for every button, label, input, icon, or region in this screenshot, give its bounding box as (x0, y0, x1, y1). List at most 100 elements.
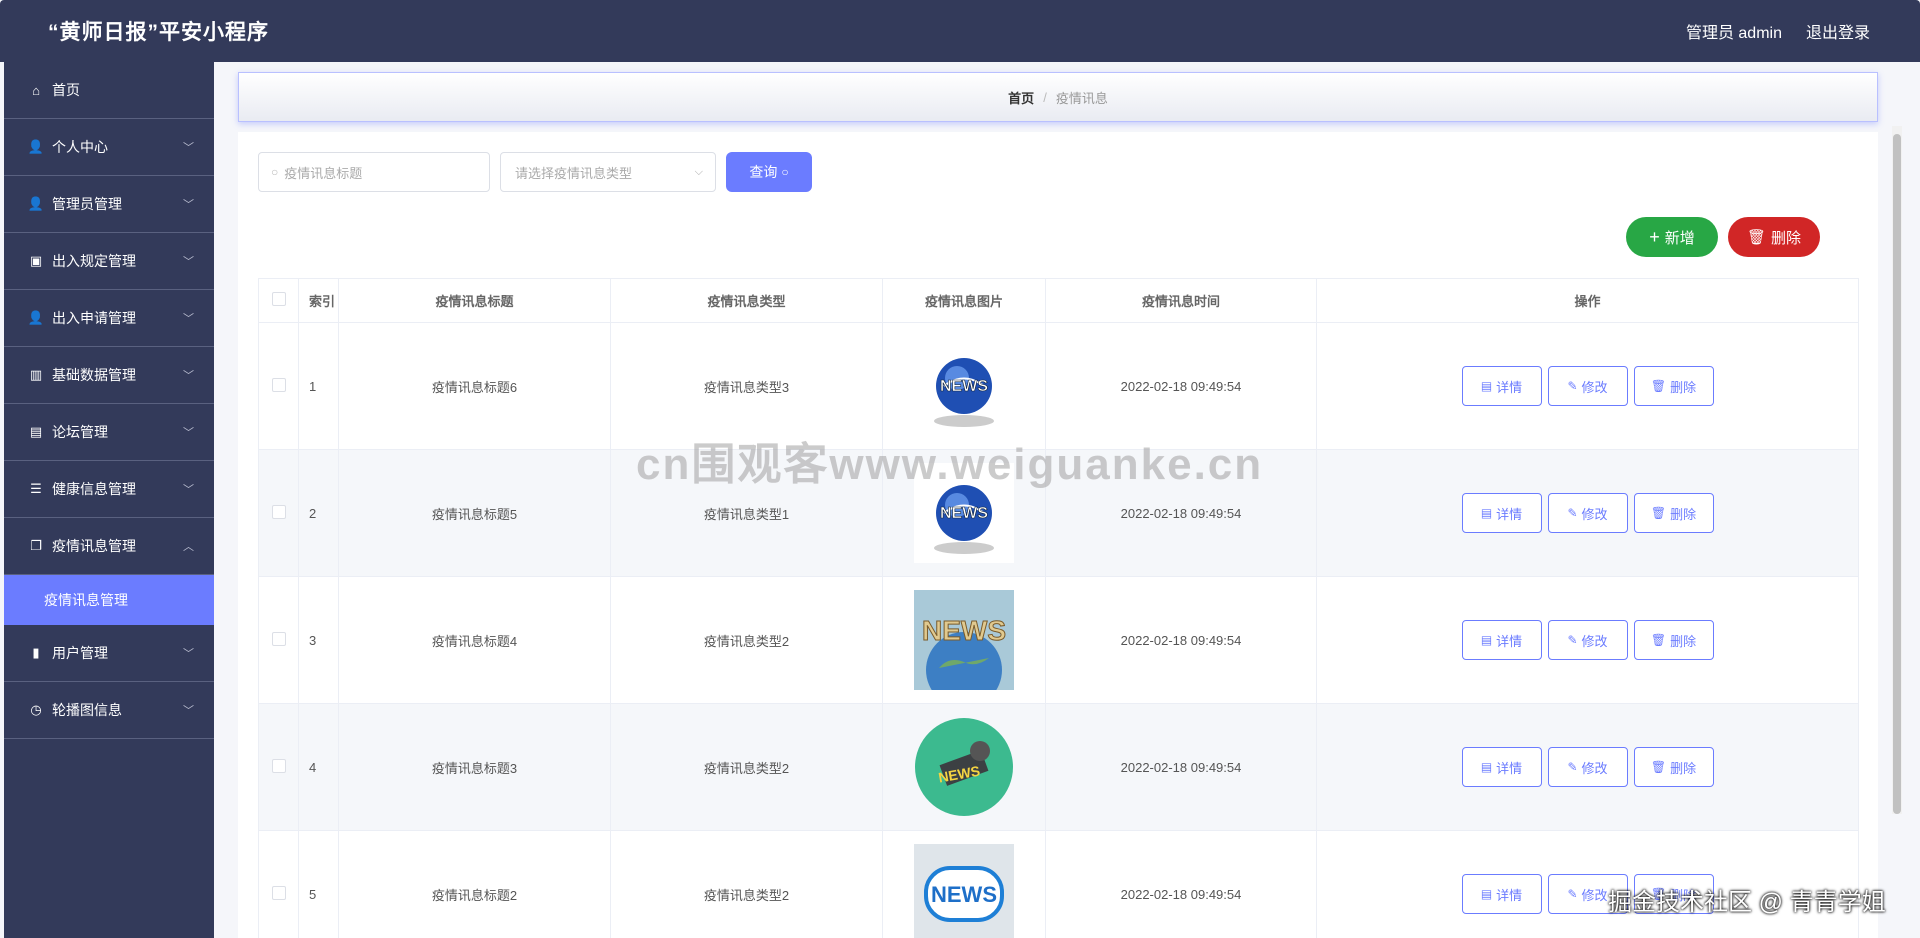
user-icon: 👤 (27, 196, 45, 211)
sidebar-item-label: 用户管理 (52, 645, 108, 661)
detail-button[interactable]: ▤ 详情 (1461, 620, 1542, 660)
pencil-icon: ✎ (1567, 760, 1578, 774)
edit-label: 修改 (1581, 760, 1608, 776)
edit-button[interactable]: ✎ 修改 (1547, 493, 1628, 533)
sidebar-item-2[interactable]: 👤 管理员管理 ﹀ (4, 176, 214, 233)
table-row: 1 疫情讯息标题6 疫情讯息类型3 NEWS 2022-02-18 09:49:54 ▤ 详… (258, 322, 1859, 450)
type-select-placeholder: 请选择疫情讯息类型 (515, 165, 633, 181)
type-select[interactable]: 请选择疫情讯息类型 ⌵ (500, 152, 716, 192)
row-actions: ▤ 详情 ✎ 修改 🗑 删除 (1316, 703, 1859, 831)
add-button-label: 新增 (1664, 229, 1695, 247)
chevron-down-icon: ﹀ (183, 313, 194, 325)
scrollbar-thumb[interactable] (1893, 134, 1901, 814)
chevron-down-icon: ﹀ (183, 256, 194, 268)
globe-news-icon: NEWS (914, 463, 1014, 563)
breadcrumb-home[interactable]: 首页 (1008, 88, 1034, 107)
user-icon: 👤 (27, 310, 45, 325)
edit-button[interactable]: ✎ 修改 (1547, 874, 1628, 914)
sidebar-item-label: 出入申请管理 (52, 310, 136, 326)
chevron-down-icon: ﹀ (183, 705, 194, 717)
chevron-down-icon: ﹀ (183, 370, 194, 382)
admin-user-label[interactable]: 管理员 admin (1686, 19, 1782, 43)
delete-button[interactable]: 🗑 删除 (1633, 493, 1714, 533)
row-select-cell[interactable] (258, 449, 299, 577)
row-title: 疫情讯息标题3 (338, 703, 611, 831)
sidebar-item-10[interactable]: ◷ 轮播图信息 ﹀ (4, 682, 214, 739)
row-checkbox[interactable] (271, 758, 286, 773)
row-select-cell[interactable] (258, 830, 299, 938)
query-button[interactable]: 查询 ○ (726, 152, 812, 192)
delete-label: 删除 (1670, 633, 1697, 649)
detail-label: 详情 (1496, 379, 1523, 395)
edit-button[interactable]: ✎ 修改 (1547, 366, 1628, 406)
submenu-item-active[interactable]: 疫情讯息管理 (4, 575, 214, 625)
search-icon: ○ (781, 165, 789, 179)
row-actions: ▤ 详情 ✎ 修改 🗑 删除 (1316, 449, 1859, 577)
world-news-icon: NEWS (914, 590, 1014, 708)
row-checkbox[interactable] (271, 631, 286, 646)
select-all-cell[interactable] (258, 278, 299, 323)
trash-icon: 🗑 (1650, 633, 1667, 647)
add-button[interactable]: + 新增 (1626, 217, 1718, 257)
sidebar-item-8[interactable]: ❐ 疫情讯息管理 ︿ (4, 518, 214, 575)
delete-button[interactable]: 🗑 删除 (1633, 747, 1714, 787)
column-header-title: 疫情讯息标题 (338, 278, 611, 323)
detail-button[interactable]: ▤ 详情 (1461, 493, 1542, 533)
sidebar-item-4[interactable]: 👤 出入申请管理 ﹀ (4, 290, 214, 347)
briefcase-icon: ▣ (29, 253, 43, 268)
row-type: 疫情讯息类型1 (610, 449, 883, 577)
pencil-icon: ✎ (1567, 379, 1578, 393)
row-checkbox[interactable] (271, 377, 286, 392)
sidebar-item-9[interactable]: ▮ 用户管理 ﹀ (4, 625, 214, 682)
detail-label: 详情 (1496, 887, 1523, 903)
book-icon: ▮ (32, 645, 40, 660)
sidebar-item-label: 出入规定管理 (52, 253, 136, 269)
row-checkbox[interactable] (271, 885, 286, 900)
edit-button[interactable]: ✎ 修改 (1547, 747, 1628, 787)
table-row: 3 疫情讯息标题4 疫情讯息类型2 NEWS 2022-02-18 09:49:54 ▤ 详… (258, 576, 1859, 708)
select-all-checkbox[interactable] (271, 292, 286, 306)
sidebar-item-1[interactable]: 👤 个人中心 ﹀ (4, 119, 214, 176)
trash-icon: 🗑 (1650, 887, 1667, 901)
detail-button[interactable]: ▤ 详情 (1461, 366, 1542, 406)
row-select-cell[interactable] (258, 576, 299, 704)
sidebar-item-5[interactable]: ▥ 基础数据管理 ﹀ (4, 347, 214, 404)
row-time: 2022-02-18 09:49:54 (1045, 703, 1317, 831)
chevron-up-icon: ︿ (183, 541, 194, 553)
detail-button[interactable]: ▤ 详情 (1461, 747, 1542, 787)
delete-button[interactable]: 🗑 删除 (1633, 366, 1714, 406)
row-checkbox[interactable] (271, 504, 286, 519)
batch-delete-button[interactable]: 🗑 删除 (1728, 217, 1820, 257)
vertical-scrollbar[interactable] (1892, 126, 1902, 814)
row-time: 2022-02-18 09:49:54 (1045, 576, 1317, 704)
sidebar-item-label: 首页 (52, 82, 80, 98)
logout-button[interactable]: 退出登录 (1806, 19, 1870, 43)
row-time: 2022-02-18 09:49:54 (1045, 449, 1317, 577)
chevron-down-icon: ⌵ (694, 165, 703, 178)
detail-button[interactable]: ▤ 详情 (1461, 874, 1542, 914)
sidebar-item-7[interactable]: ☰ 健康信息管理 ﹀ (4, 461, 214, 518)
row-actions: ▤ 详情 ✎ 修改 🗑 删除 (1316, 830, 1859, 938)
document-icon: ▤ (1480, 379, 1493, 393)
chevron-down-icon: ﹀ (183, 648, 194, 660)
edit-button[interactable]: ✎ 修改 (1547, 620, 1628, 660)
delete-button[interactable]: 🗑 删除 (1633, 620, 1714, 660)
sidebar-item-6[interactable]: ▤ 论坛管理 ﹀ (4, 404, 214, 461)
delete-label: 删除 (1670, 379, 1697, 395)
document-icon: ▤ (1480, 760, 1493, 774)
sidebar-item-0[interactable]: ⌂ 首页 (4, 62, 214, 119)
delete-button[interactable]: 🗑 删除 (1633, 874, 1714, 914)
row-actions: ▤ 详情 ✎ 修改 🗑 删除 (1316, 576, 1859, 704)
sidebar-item-label: 个人中心 (52, 139, 108, 155)
bar-chart-icon: ▥ (29, 367, 43, 382)
pencil-icon: ✎ (1567, 506, 1578, 520)
trash-icon: 🗑 (1650, 506, 1667, 520)
svg-text:NEWS: NEWS (931, 882, 997, 907)
chevron-down-icon: ﹀ (183, 199, 194, 211)
row-select-cell[interactable] (258, 703, 299, 831)
delete-label: 删除 (1670, 760, 1697, 776)
search-title-input[interactable]: ○ 疫情讯息标题 (258, 152, 490, 192)
row-select-cell[interactable] (258, 322, 299, 450)
row-index: 5 (298, 830, 339, 938)
sidebar-item-3[interactable]: ▣ 出入规定管理 ﹀ (4, 233, 214, 290)
